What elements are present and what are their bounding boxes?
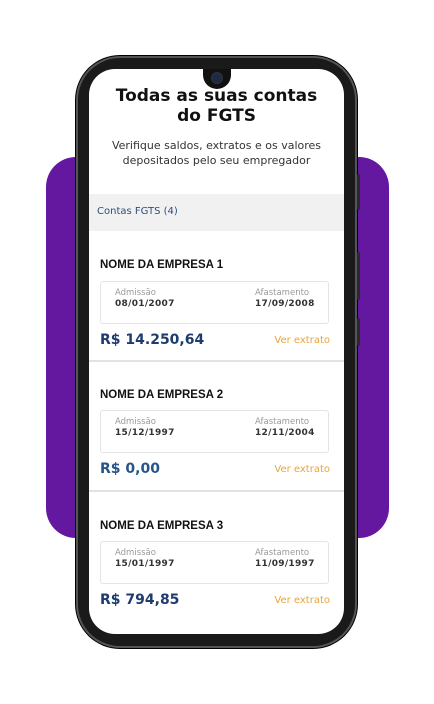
page-title: Todas as suas contas do FGTS (89, 86, 344, 126)
admission-label: Admissão (115, 548, 156, 558)
dates-box: Admissão 15/01/1997 Afastamento 11/09/19… (100, 541, 329, 584)
account-card-2: NOME DA EMPRESA 2 Admissão 15/12/1997 Af… (89, 362, 344, 490)
volume-button (357, 174, 360, 210)
dates-box: Admissão 15/12/1997 Afastamento 12/11/20… (100, 410, 329, 453)
admission-date: 15/12/1997 (115, 428, 175, 438)
leave-label: Afastamento (255, 548, 310, 558)
account-card-3: NOME DA EMPRESA 3 Admissão 15/01/1997 Af… (89, 492, 344, 634)
account-balance: R$ 0,00 (100, 461, 160, 477)
account-balance: R$ 794,85 (100, 592, 180, 608)
account-balance: R$ 14.250,64 (100, 332, 205, 348)
page-subtitle-line-2: depositados pelo seu empregador (122, 154, 311, 167)
admission-date: 08/01/2007 (115, 299, 175, 309)
accounts-section-header: Contas FGTS (4) (89, 194, 344, 231)
admission-label: Admissão (115, 417, 156, 427)
leave-label: Afastamento (255, 417, 310, 427)
dates-box: Admissão 08/01/2007 Afastamento 17/09/20… (100, 281, 329, 324)
extra-side-button (357, 318, 360, 346)
account-card-1: NOME DA EMPRESA 1 Admissão 08/01/2007 Af… (89, 231, 344, 361)
page-title-line-2: do FGTS (177, 106, 256, 126)
page-subtitle-line-1: Verifique saldos, extratos e os valores (111, 139, 322, 152)
company-name: NOME DA EMPRESA 1 (100, 259, 224, 271)
company-name: NOME DA EMPRESA 2 (100, 389, 224, 401)
camera-icon (211, 73, 222, 83)
page-title-line-1: Todas as suas contas (115, 86, 318, 106)
company-name: NOME DA EMPRESA 3 (100, 520, 224, 532)
leave-date: 17/09/2008 (255, 299, 315, 309)
leave-date: 11/09/1997 (255, 559, 315, 569)
admission-date: 15/01/1997 (115, 559, 175, 569)
leave-label: Afastamento (255, 288, 310, 298)
view-statement-link[interactable]: Ver extrato (274, 335, 330, 346)
admission-label: Admissão (115, 288, 156, 298)
leave-date: 12/11/2004 (255, 428, 315, 438)
phone-screen: Todas as suas contas do FGTS Verifique s… (89, 69, 344, 634)
page-subtitle: Verifique saldos, extratos e os valores … (107, 138, 326, 168)
view-statement-link[interactable]: Ver extrato (274, 464, 330, 475)
accounts-count-label: Contas FGTS (4) (97, 206, 178, 217)
view-statement-link[interactable]: Ver extrato (274, 595, 330, 606)
power-button (357, 252, 360, 300)
